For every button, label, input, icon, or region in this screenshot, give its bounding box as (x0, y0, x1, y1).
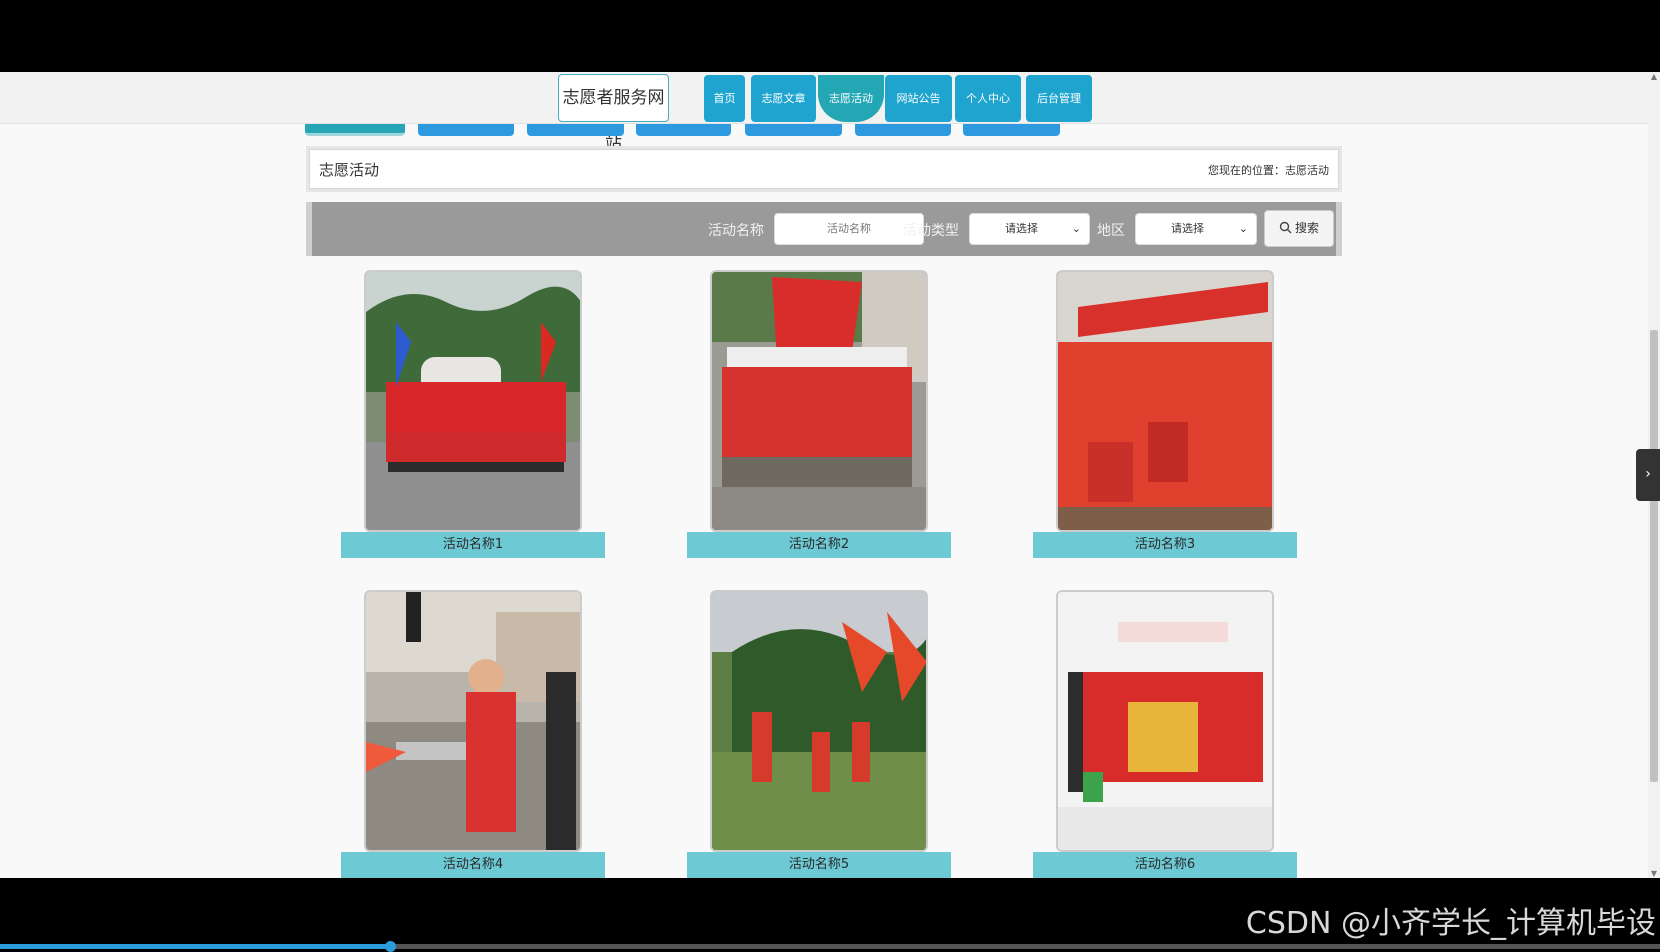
activity-name[interactable]: 活动名称1 (341, 532, 605, 558)
video-progress-handle[interactable] (385, 941, 397, 952)
activity-name[interactable]: 活动名称2 (687, 532, 951, 558)
activity-photo[interactable] (1056, 270, 1274, 532)
current-location: 您现在的位置：志愿活动 (1208, 164, 1329, 177)
page-title: 志愿活动 (319, 161, 380, 179)
browser-viewport: 志愿者服务网站 首页 志愿文章 志愿活动 网站公告 个人中心 后台管理 志愿活动… (0, 72, 1660, 878)
nav-home[interactable]: 首页 (704, 75, 745, 122)
activity-name-input[interactable]: 活动名称 (774, 213, 924, 245)
scroll-up-icon[interactable]: ▲ (1648, 72, 1660, 81)
search-icon (1279, 221, 1292, 234)
top-navbar: 志愿者服务网站 首页 志愿文章 志愿活动 网站公告 个人中心 后台管理 (0, 72, 1660, 154)
region-label: 地区 (1097, 223, 1125, 239)
search-button-label: 搜索 (1294, 221, 1319, 235)
tab-strip-4 (636, 124, 731, 136)
activity-photo[interactable] (364, 590, 582, 852)
video-progress-bar[interactable] (0, 941, 1660, 952)
nav-admin[interactable]: 后台管理 (1026, 75, 1092, 122)
activity-name[interactable]: 活动名称5 (687, 852, 951, 878)
nav-personal-center[interactable]: 个人中心 (955, 75, 1021, 122)
nav-announcements[interactable]: 网站公告 (885, 75, 952, 122)
activity-name[interactable]: 活动名称4 (341, 852, 605, 878)
breadcrumb: 志愿活动 您现在的位置：志愿活动 (306, 146, 1342, 192)
scroll-down-icon[interactable]: ▼ (1648, 869, 1660, 878)
tab-strip-3 (527, 124, 624, 136)
activity-photo[interactable] (364, 270, 582, 532)
search-bar: 活动名称 活动名称 活动类型 请选择 ⌄ 地区 请选择 ⌄ 搜索 (306, 202, 1342, 256)
video-top-bar (0, 0, 1660, 72)
nav-articles[interactable]: 志愿文章 (751, 75, 816, 122)
activity-type-label: 活动类型 (903, 223, 959, 239)
tab-strip-6 (855, 124, 951, 136)
activity-name-label: 活动名称 (708, 223, 764, 239)
watermark: CSDN @小齐学长_计算机毕设 (1245, 906, 1656, 941)
region-select[interactable]: 请选择 ⌄ (1135, 213, 1257, 245)
search-button[interactable]: 搜索 (1264, 210, 1334, 247)
tab-strip-1 (305, 124, 405, 136)
site-title[interactable]: 志愿者服务网站 (558, 74, 669, 154)
tab-strip-2 (418, 124, 514, 136)
activity-type-select[interactable]: 请选择 ⌄ (969, 213, 1090, 245)
activity-name[interactable]: 活动名称6 (1033, 852, 1297, 878)
chevron-down-icon: ⌄ (1071, 222, 1081, 235)
activity-photo[interactable] (1056, 590, 1274, 852)
activity-photo[interactable] (710, 590, 928, 852)
activity-type-value: 请选择 (1005, 222, 1038, 235)
region-value: 请选择 (1171, 222, 1204, 235)
activity-name[interactable]: 活动名称3 (1033, 532, 1297, 558)
chevron-right-icon[interactable]: › (1636, 449, 1660, 501)
activity-photo[interactable] (710, 270, 928, 532)
tab-strip-7 (963, 124, 1060, 136)
chevron-down-icon: ⌄ (1238, 222, 1248, 235)
tab-strip-5 (745, 124, 842, 136)
video-progress-fill (0, 944, 391, 949)
nav-activities[interactable]: 志愿活动 (818, 75, 884, 122)
scrollbar-thumb[interactable] (1650, 330, 1658, 782)
video-bottom-bar: CSDN @小齐学长_计算机毕设 (0, 878, 1660, 950)
